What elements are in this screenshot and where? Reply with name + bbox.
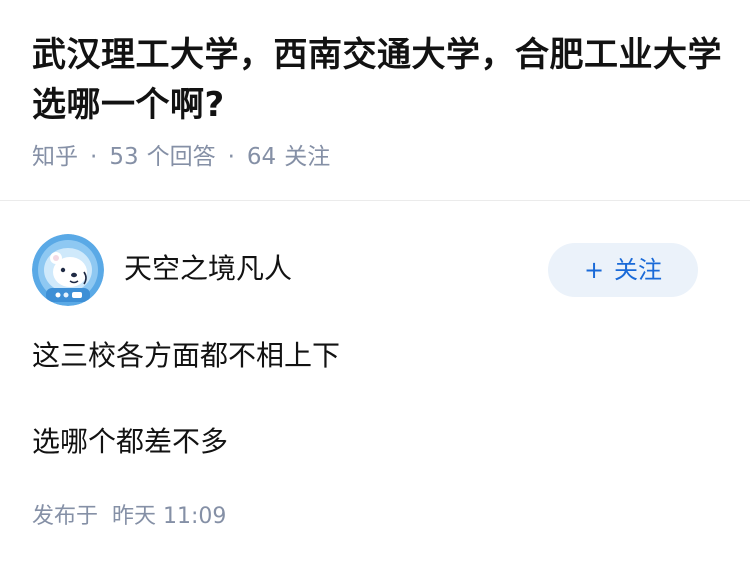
question-meta: 知乎 · 53 个回答 · 64 关注: [32, 142, 722, 172]
answer-paragraph: 选哪个都差不多: [32, 425, 229, 458]
follower-count: 64: [246, 144, 277, 170]
astronaut-bear-avatar-icon[interactable]: [32, 234, 104, 306]
published-label: 发布于: [32, 504, 99, 529]
answer-body: 这三校各方面都不相上下 选哪个都差不多: [32, 336, 718, 462]
follow-button[interactable]: + 关注: [548, 243, 698, 297]
question-header: 武汉理工大学，西南交通大学，合肥工业大学选哪一个啊? 知乎 · 53 个回答 ·…: [32, 30, 722, 172]
meta-separator: ·: [227, 144, 235, 170]
publish-time: 发布于 昨天 11:09: [32, 502, 226, 532]
plus-icon: +: [583, 256, 605, 284]
answer-page: 武汉理工大学，西南交通大学，合肥工业大学选哪一个啊? 知乎 · 53 个回答 ·…: [0, 0, 750, 568]
meta-separator: ·: [90, 144, 98, 170]
answer-paragraph: 这三校各方面都不相上下: [32, 339, 341, 372]
source-label[interactable]: 知乎: [32, 142, 78, 172]
question-title[interactable]: 武汉理工大学，西南交通大学，合肥工业大学选哪一个啊?: [32, 30, 722, 130]
author-name[interactable]: 天空之境凡人: [124, 251, 292, 287]
follow-label: 关注: [614, 256, 663, 284]
answer-count-label: 个回答: [146, 144, 216, 170]
follower-count-label: 关注: [284, 144, 331, 170]
answer-count: 53: [109, 144, 139, 170]
published-time: 昨天 11:09: [112, 504, 227, 529]
author-row: 天空之境凡人 + 关注: [32, 234, 718, 306]
section-divider: [0, 200, 750, 201]
